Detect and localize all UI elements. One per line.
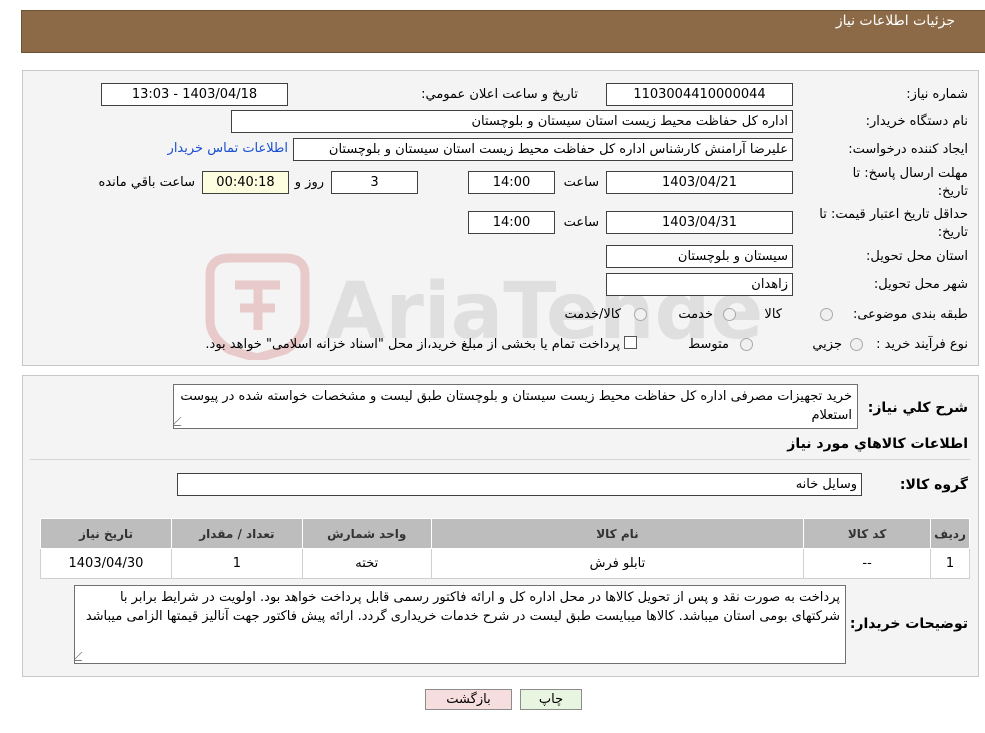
deadline-time-label: ساعت xyxy=(563,175,599,190)
process-partial-radio[interactable] xyxy=(850,338,863,351)
col-date-header: تاريخ نياز xyxy=(40,518,172,549)
treasury-checkbox[interactable] xyxy=(624,336,637,349)
goods-group-field: وسایل خانه xyxy=(177,473,862,496)
validity-label-line2: تاريخ: xyxy=(937,225,968,240)
deadline-label-line2: تاريخ: xyxy=(937,184,968,199)
deadline-label-line1: مهلت ارسال پاسخ: تا xyxy=(852,166,968,181)
section-divider xyxy=(30,459,970,460)
cell-qty: 1 xyxy=(170,548,303,579)
need-number-label: شماره نياز: xyxy=(906,87,968,102)
col-qty-header: تعداد / مقدار xyxy=(170,518,303,549)
deadline-time-field: 14:00 xyxy=(468,171,555,194)
print-button[interactable]: چاپ xyxy=(520,689,582,710)
requester-field: علیرضا آرامنش کارشناس اداره کل حفاظت محی… xyxy=(293,138,793,161)
process-label: نوع فرآيند خريد : xyxy=(876,337,968,352)
col-code-header: کد کالا xyxy=(803,518,932,549)
province-field: سیستان و بلوچستان xyxy=(606,245,793,268)
cell-name: تابلو فرش xyxy=(430,548,805,579)
process-medium-radio[interactable] xyxy=(740,338,753,351)
need-number-field: 1103004410000044 xyxy=(606,83,793,106)
category-goods-label: کالا xyxy=(764,307,782,322)
buyer-notes-label: توضيحات خريدار: xyxy=(849,616,968,632)
city-field: زاهدان xyxy=(606,273,793,296)
requester-label: ايجاد کننده درخواست: xyxy=(848,142,968,157)
category-label: طبقه بندی موضوعی: xyxy=(852,307,968,322)
buyer-org-label: نام دستگاه خريدار: xyxy=(865,114,968,129)
resize-grip-icon[interactable] xyxy=(174,417,190,426)
category-both-label: کالا/خدمت xyxy=(564,307,621,322)
page-title: جزئيات اطلاعات نياز xyxy=(835,13,955,29)
process-medium-label: متوسط xyxy=(688,337,729,352)
validity-time-field: 14:00 xyxy=(468,211,555,234)
announce-label: تاريخ و ساعت اعلان عمومي: xyxy=(421,87,578,102)
goods-section-title: اطلاعات کالاهاي مورد نياز xyxy=(787,436,968,452)
goods-group-label: گروه کالا: xyxy=(899,477,968,493)
announce-datetime-field: 1403/04/18 - 13:03 xyxy=(101,83,288,106)
category-goods-radio[interactable] xyxy=(820,308,833,321)
goods-table: رديف کد کالا نام کالا واحد شمارش تعداد /… xyxy=(40,518,970,579)
remaining-time-field: 00:40:18 xyxy=(202,171,289,194)
validity-date-field: 1403/04/31 xyxy=(606,211,793,234)
city-label: شهر محل تحويل: xyxy=(873,277,968,292)
remaining-time-label: ساعت باقي مانده xyxy=(98,175,195,190)
buyer-notes-textarea[interactable]: پرداخت به صورت نقد و پس از تحویل کالاها … xyxy=(74,585,846,664)
col-row-header: رديف xyxy=(930,518,970,549)
description-label: شرح كلي نياز: xyxy=(867,400,968,416)
validity-time-label: ساعت xyxy=(563,215,599,230)
cell-unit: تخته xyxy=(301,548,432,579)
category-service-radio[interactable] xyxy=(723,308,736,321)
description-text: خرید تجهیزات مصرفی اداره کل حفاظت محیط ز… xyxy=(180,389,852,423)
cell-code: -- xyxy=(803,548,932,579)
category-both-radio[interactable] xyxy=(634,308,647,321)
category-service-label: خدمت xyxy=(678,307,713,322)
buyer-contact-link[interactable]: اطلاعات تماس خريدار xyxy=(168,141,288,156)
province-label: استان محل تحويل: xyxy=(866,249,968,264)
resize-grip-icon[interactable] xyxy=(75,652,91,661)
col-unit-header: واحد شمارش xyxy=(301,518,432,549)
deadline-date-field: 1403/04/21 xyxy=(606,171,793,194)
table-header-row: رديف کد کالا نام کالا واحد شمارش تعداد /… xyxy=(40,518,970,549)
days-label: روز و xyxy=(294,175,324,190)
table-row: 1 -- تابلو فرش تخته 1 1403/04/30 xyxy=(40,548,970,579)
back-button[interactable]: بازگشت xyxy=(425,689,512,710)
buyer-notes-text: پرداخت به صورت نقد و پس از تحویل کالاها … xyxy=(85,590,840,624)
col-name-header: نام کالا xyxy=(430,518,805,549)
validity-label-line1: حداقل تاريخ اعتبار قيمت: تا xyxy=(819,207,968,222)
process-note: پرداخت تمام يا بخشی از مبلغ خريد،از محل … xyxy=(205,337,620,352)
process-partial-label: جزيي xyxy=(812,337,842,352)
description-textarea[interactable]: خرید تجهیزات مصرفی اداره کل حفاظت محیط ز… xyxy=(173,384,858,429)
days-remaining-field: 3 xyxy=(331,171,418,194)
cell-date: 1403/04/30 xyxy=(40,548,172,579)
buyer-org-field: اداره کل حفاظت محیط زیست استان سیستان و … xyxy=(231,110,793,133)
cell-row: 1 xyxy=(930,548,970,579)
